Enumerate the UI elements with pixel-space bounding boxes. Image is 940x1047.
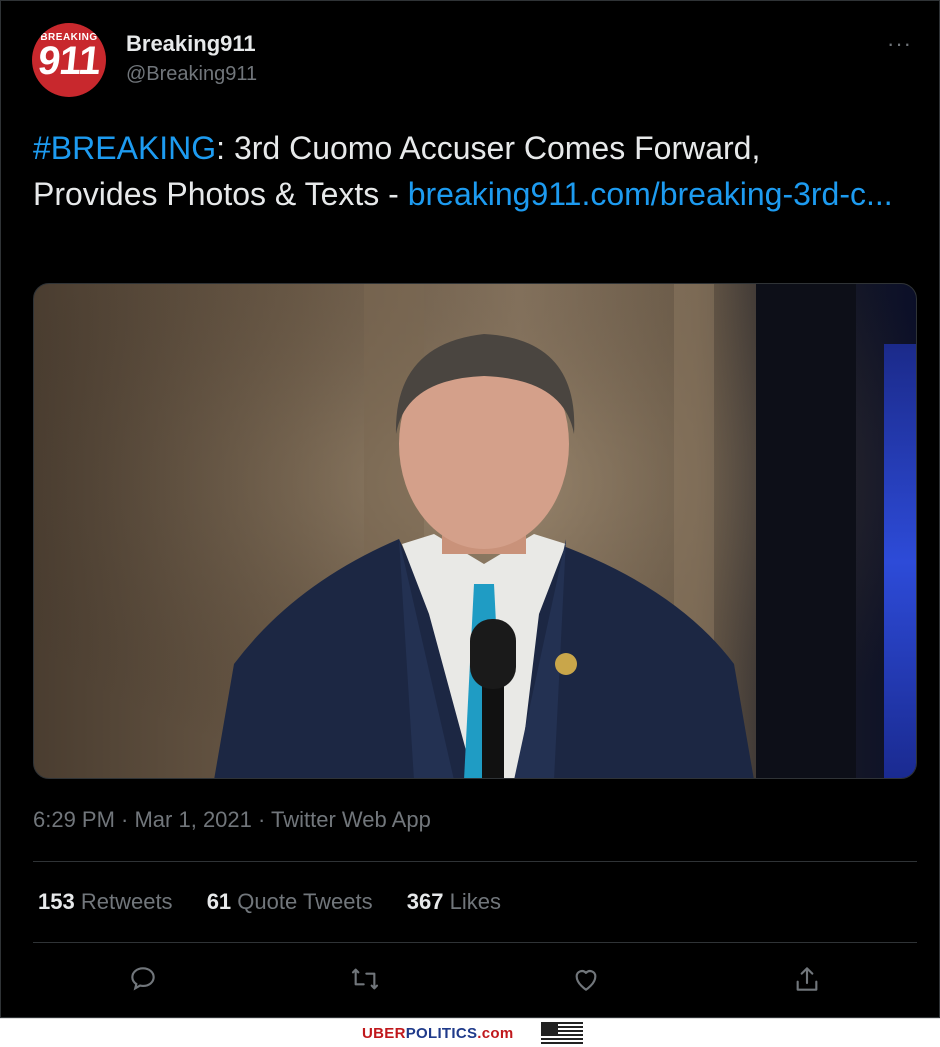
avatar-number: 911 (35, 39, 103, 83)
retweets-count: 153 (38, 889, 75, 914)
watermark-part-1: UBER (362, 1025, 406, 1042)
likes-count: 367 (406, 889, 444, 914)
like-button[interactable] (570, 963, 602, 1000)
retweet-button[interactable] (349, 963, 381, 1000)
us-flag-icon (541, 1022, 583, 1044)
watermark-footer: UBERPOLITICS.com (0, 1018, 940, 1047)
share-button[interactable] (791, 963, 823, 1000)
more-options-button[interactable]: ··· (887, 31, 912, 57)
user-handle[interactable]: @Breaking911 (126, 63, 257, 86)
photo-illustration (34, 284, 916, 778)
display-name[interactable]: Breaking911 (126, 31, 256, 57)
reply-button[interactable] (127, 963, 159, 1000)
watermark-text: UBERPOLITICS.com (362, 1025, 514, 1042)
quote-tweets-label: Quote Tweets (237, 889, 373, 914)
quote-tweets-stat[interactable]: 61 Quote Tweets (207, 889, 373, 914)
watermark-part-2: POLITICS (405, 1025, 478, 1042)
engagement-stats: 153 Retweets 61 Quote Tweets 367 Likes (38, 889, 529, 915)
tweet-photo[interactable] (33, 283, 917, 779)
likes-stat[interactable]: 367 Likes (407, 889, 501, 914)
divider (33, 861, 917, 862)
retweets-stat[interactable]: 153 Retweets (38, 889, 173, 914)
hashtag-link[interactable]: #BREAKING (33, 130, 216, 166)
reply-icon (131, 967, 155, 991)
divider (33, 942, 917, 943)
share-icon (796, 967, 818, 991)
like-icon (575, 970, 597, 991)
watermark-part-3: .com (477, 1025, 514, 1042)
tweet-card: BREAKING 911 Breaking911 @Breaking911 ··… (0, 0, 940, 1018)
retweet-icon (351, 968, 379, 990)
quote-tweets-count: 61 (206, 889, 232, 914)
retweets-label: Retweets (80, 889, 173, 914)
likes-label: Likes (449, 889, 501, 914)
tweet-text: #BREAKING: 3rd Cuomo Accuser Comes Forwa… (33, 125, 893, 217)
avatar[interactable]: BREAKING 911 (32, 23, 106, 97)
article-link[interactable]: breaking911.com/breaking-3rd-c... (408, 176, 893, 212)
tweet-timestamp[interactable]: 6:29 PM · Mar 1, 2021 · Twitter Web App (33, 807, 431, 833)
